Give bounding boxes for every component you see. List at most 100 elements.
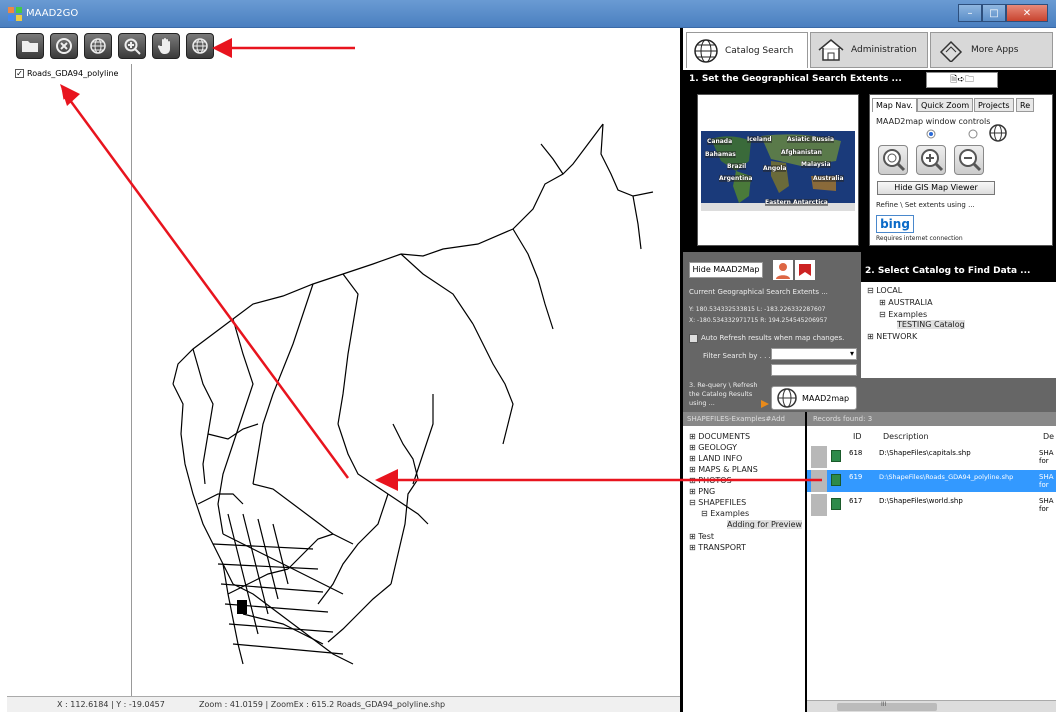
pan-button[interactable] (152, 33, 180, 59)
road-line (252, 368, 284, 485)
filter-select[interactable]: ▾ (771, 348, 857, 360)
user-icon[interactable] (773, 260, 793, 280)
column-header-de[interactable]: De (1043, 432, 1054, 441)
tree-item-transport[interactable]: ⊞ TRANSPORT (689, 543, 746, 552)
road-line (390, 423, 419, 585)
tree-item-local[interactable]: ⊟ LOCAL (867, 286, 902, 295)
map-label: Asiatic Russia (787, 136, 835, 143)
map-canvas[interactable] (133, 64, 680, 696)
scroll-thumb[interactable]: III (837, 701, 937, 711)
cell-de: for (1039, 505, 1049, 513)
tree-item-examples[interactable]: ⊟ Examples (701, 509, 749, 518)
radio-icon[interactable] (968, 129, 978, 139)
radio-selected-icon[interactable] (926, 129, 936, 139)
world-map-preview[interactable]: Canada Iceland Asiatic Russia Bahamas Af… (697, 94, 859, 246)
table-row[interactable]: 617 D:\ShapeFiles\world.shp SHA for (807, 494, 1056, 516)
road-line (252, 483, 354, 545)
zoom-extent-button[interactable] (878, 145, 908, 175)
nav-arrows[interactable]: 🗎➪🗀 (926, 72, 998, 88)
zoom-out-icon (959, 149, 982, 172)
map-label: Iceland (747, 136, 772, 143)
column-header-description[interactable]: Description (883, 432, 929, 441)
tree-item-photos[interactable]: ⊞ PHOTOS (689, 476, 732, 485)
shapefile-tree-header: SHAPEFILES-Examples#Add (683, 412, 805, 426)
road-grid (217, 563, 319, 570)
cell-de: SHA (1039, 497, 1054, 505)
tab-label: Administration (851, 45, 917, 55)
road-line (172, 383, 234, 585)
tree-item-land-info[interactable]: ⊞ LAND INFO (689, 454, 742, 463)
filter-search-label: Filter Search by . . . (703, 352, 771, 360)
catalog-select-panel: ⊟ LOCAL ⊞ AUSTRALIA ⊟ Examples TESTING C… (861, 282, 1056, 378)
cell-de: for (1039, 457, 1049, 465)
tree-item-network[interactable]: ⊞ NETWORK (867, 332, 917, 341)
shapefile-icon (831, 474, 841, 486)
tab-more-apps[interactable]: More Apps (930, 32, 1053, 68)
tree-item-test[interactable]: ⊞ Test (689, 532, 714, 541)
tree-item-australia[interactable]: ⊞ AUSTRALIA (879, 298, 933, 307)
tab-quick-zoom[interactable]: Quick Zoom (917, 98, 974, 112)
filter-input[interactable] (771, 364, 857, 376)
open-folder-button[interactable] (16, 33, 44, 59)
horizontal-scrollbar[interactable]: III (807, 700, 1056, 712)
bookmark-icon[interactable] (795, 260, 815, 280)
bing-button[interactable]: bing (876, 215, 914, 233)
road-line (512, 228, 554, 330)
road-line (197, 493, 244, 505)
tab-re[interactable]: Re (1016, 98, 1035, 112)
hide-gis-map-viewer-button[interactable]: Hide GIS Map Viewer (877, 181, 995, 195)
requery-panel: 3. Re-query \ Refresh the Catalog Result… (683, 378, 1056, 412)
tree-item-testing-catalog[interactable]: TESTING Catalog (897, 320, 965, 329)
globe-icon[interactable] (988, 123, 1008, 143)
map-label: Malaysia (801, 161, 831, 168)
maximize-button[interactable]: □ (982, 4, 1006, 22)
zoom-readout: Zoom : 41.0159 | ZoomEx : 615.2 Roads_GD… (199, 700, 446, 709)
maad2map-button[interactable]: MAAD2map (771, 386, 857, 410)
auto-refresh-checkbox[interactable] (689, 334, 698, 343)
records-table: ID Description De 618 D:\ShapeFiles\capi… (807, 426, 1056, 712)
tab-map-nav[interactable]: Map Nav. (872, 98, 917, 112)
road-line (317, 493, 389, 605)
minimize-button[interactable]: – (958, 4, 982, 22)
tree-item-adding-for-preview[interactable]: Adding for Preview (727, 520, 803, 529)
tree-item-shapefiles[interactable]: ⊟ SHAPEFILES (689, 498, 746, 507)
road-line (400, 253, 474, 325)
road-line (192, 348, 214, 485)
hand-icon (158, 38, 170, 54)
layer-checkbox[interactable]: ✓ (15, 69, 24, 78)
folder-icon (22, 41, 38, 52)
app-logo-icon (8, 7, 22, 21)
road-line (600, 123, 654, 197)
road-grid (228, 623, 334, 633)
tree-item-geology[interactable]: ⊞ GEOLOGY (689, 443, 737, 452)
table-row-selected[interactable]: 619 D:\ShapeFiles\Roads_GDA94_polyline.s… (807, 470, 1056, 492)
table-row[interactable]: 618 D:\ShapeFiles\capitals.shp SHA for (807, 446, 1056, 468)
zoom-in-button[interactable] (916, 145, 946, 175)
full-extent-button[interactable] (186, 33, 214, 59)
road-line (282, 283, 314, 370)
cell-de: SHA (1039, 449, 1054, 457)
tree-item-examples[interactable]: ⊟ Examples (879, 310, 927, 319)
map-label: Afghanistan (781, 149, 822, 156)
tree-item-documents[interactable]: ⊞ DOCUMENTS (689, 432, 750, 441)
road-line (217, 318, 254, 535)
column-header-id[interactable]: ID (853, 432, 862, 441)
zoom-in-button[interactable] (118, 33, 146, 59)
title-bar: MAAD2GO – □ ✕ (0, 0, 1056, 28)
hide-maad2map-button[interactable]: Hide MAAD2Map (689, 262, 763, 278)
tab-catalog-search[interactable]: Catalog Search (686, 32, 808, 68)
tab-administration[interactable]: Administration (810, 32, 928, 68)
zoom-out-button[interactable] (954, 145, 984, 175)
close-button[interactable]: ✕ (1006, 4, 1048, 22)
cell-description: D:\ShapeFiles\capitals.shp (879, 449, 971, 457)
layer-item[interactable]: ✓ Roads_GDA94_polyline (15, 69, 118, 78)
clear-button[interactable] (50, 33, 78, 59)
layer-label: Roads_GDA94_polyline (27, 69, 119, 78)
globe-extent-button[interactable] (84, 33, 112, 59)
road-line (287, 533, 334, 570)
tree-item-maps-plans[interactable]: ⊞ MAPS & PLANS (689, 465, 758, 474)
world-map-image: Canada Iceland Asiatic Russia Bahamas Af… (701, 131, 855, 211)
tab-projects[interactable]: Projects (974, 98, 1014, 112)
window-title: MAAD2GO (26, 8, 79, 19)
tree-item-png[interactable]: ⊞ PNG (689, 487, 715, 496)
